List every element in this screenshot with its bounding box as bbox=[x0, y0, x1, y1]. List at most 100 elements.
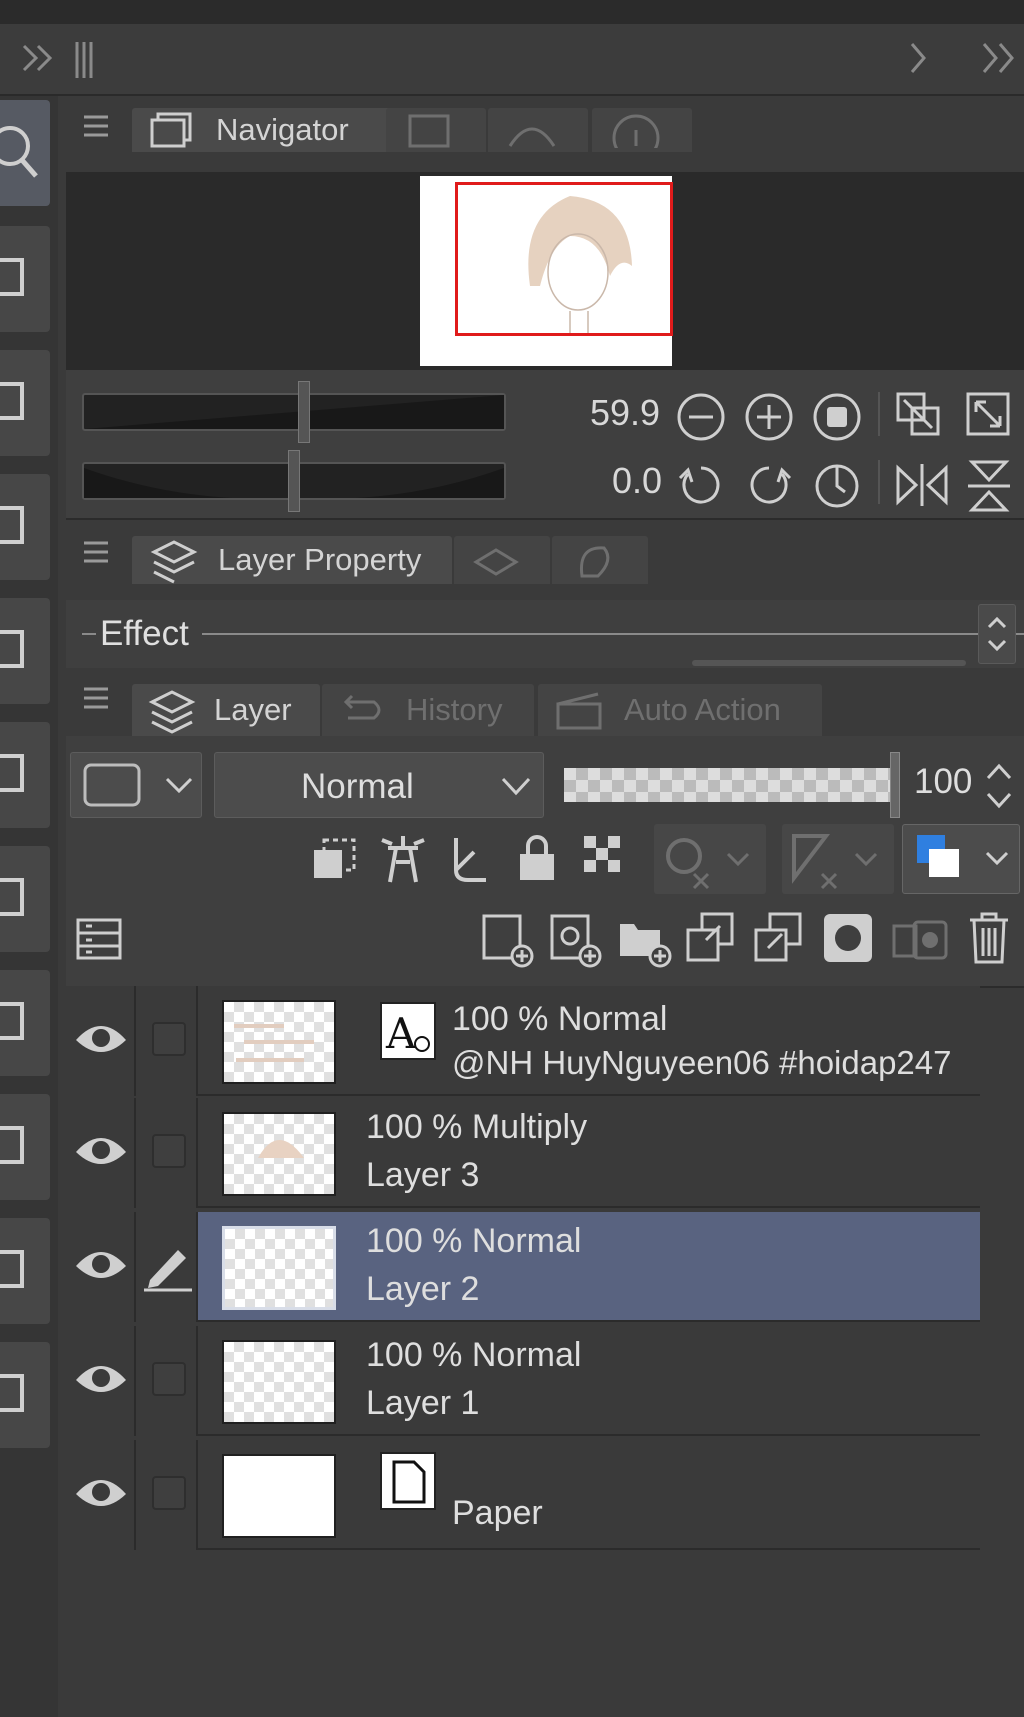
blend-mode-select[interactable]: Normal bbox=[214, 752, 544, 818]
tool-button-11[interactable] bbox=[0, 1342, 50, 1448]
tool-button-zoom[interactable] bbox=[0, 100, 50, 206]
zoom-value[interactable]: 59.9 bbox=[590, 392, 660, 434]
expand-left-icon[interactable] bbox=[18, 38, 58, 78]
layer-checkbox[interactable] bbox=[152, 1362, 186, 1396]
tab-history[interactable]: History bbox=[322, 684, 534, 736]
layer-visibility-toggle[interactable] bbox=[66, 1098, 136, 1208]
lock-layer-icon[interactable] bbox=[514, 834, 560, 884]
rotate-left-icon[interactable] bbox=[676, 460, 720, 504]
sub-view-icon bbox=[402, 112, 452, 148]
create-layer-mask-icon[interactable] bbox=[822, 912, 874, 964]
zoom-out-icon[interactable] bbox=[676, 392, 725, 441]
layer-edit-slot[interactable] bbox=[136, 1326, 198, 1436]
fit-to-window-icon[interactable] bbox=[894, 390, 940, 436]
zoom-slider[interactable] bbox=[82, 381, 506, 443]
expand-right-icon[interactable] bbox=[978, 40, 1022, 76]
tool-button-2[interactable] bbox=[0, 226, 50, 332]
layer-edit-slot[interactable] bbox=[136, 1212, 198, 1322]
text-layer-icon: A bbox=[380, 1002, 436, 1060]
reset-rotation-icon[interactable] bbox=[812, 460, 859, 508]
new-raster-layer-icon[interactable] bbox=[480, 910, 536, 970]
layer-row-paper[interactable]: Paper bbox=[66, 1440, 980, 1550]
layer-visibility-toggle[interactable] bbox=[66, 986, 136, 1096]
tool-button-6[interactable] bbox=[0, 722, 50, 828]
reference-layer-icon[interactable] bbox=[378, 832, 428, 886]
layer-name: Layer 1 bbox=[366, 1384, 480, 1422]
layer-list-scrollbar-area[interactable] bbox=[980, 988, 1024, 1717]
layer-visibility-toggle[interactable] bbox=[66, 1212, 136, 1322]
color-set-icon bbox=[568, 540, 618, 580]
draft-layer-icon[interactable] bbox=[446, 832, 496, 886]
layer-visibility-toggle[interactable] bbox=[66, 1326, 136, 1436]
layer-checkbox[interactable] bbox=[152, 1022, 186, 1056]
tab-color-set[interactable] bbox=[552, 536, 648, 584]
ruler-dropdown[interactable] bbox=[782, 824, 894, 894]
actual-size-icon[interactable] bbox=[812, 392, 861, 441]
tool-button-8[interactable] bbox=[0, 970, 50, 1076]
opacity-stepper[interactable] bbox=[982, 758, 1016, 814]
layer-row-layer-1[interactable]: 100 % Normal Layer 1 bbox=[66, 1326, 980, 1436]
new-vector-layer-icon[interactable] bbox=[548, 910, 604, 970]
zoom-slider-handle[interactable] bbox=[298, 381, 310, 443]
palette-menu-icon[interactable] bbox=[82, 114, 110, 138]
layer-row-layer-2[interactable]: 100 % Normal Layer 2 bbox=[66, 1212, 980, 1322]
tool-button-7[interactable] bbox=[0, 846, 50, 952]
palette-menu-icon[interactable] bbox=[82, 540, 110, 564]
rotation-slider[interactable] bbox=[82, 450, 506, 512]
layer-checkbox[interactable] bbox=[152, 1134, 186, 1168]
full-screen-icon[interactable] bbox=[964, 390, 1010, 436]
new-folder-icon[interactable] bbox=[616, 910, 672, 970]
layer-edit-slot[interactable] bbox=[136, 986, 198, 1096]
layer-checkbox[interactable] bbox=[152, 1476, 186, 1510]
combine-to-layer-below-icon[interactable] bbox=[752, 910, 808, 966]
rotation-slider-handle[interactable] bbox=[288, 450, 300, 512]
tool-button-3[interactable] bbox=[0, 350, 50, 456]
layer-row-layer-3[interactable]: 100 % Multiply Layer 3 bbox=[66, 1098, 980, 1208]
opacity-slider-handle[interactable] bbox=[890, 752, 900, 818]
mask-dropdown[interactable] bbox=[654, 824, 766, 894]
layer-edit-slot[interactable] bbox=[136, 1098, 198, 1208]
clip-to-layer-below-icon[interactable] bbox=[310, 834, 360, 884]
layer-color-dropdown[interactable] bbox=[70, 752, 202, 818]
tab-layer[interactable]: Layer bbox=[132, 684, 320, 736]
tab-auto-action[interactable]: Auto Action bbox=[538, 684, 822, 736]
tab-info[interactable] bbox=[592, 108, 692, 152]
effect-scroll-stepper[interactable] bbox=[978, 604, 1016, 664]
effect-scrollbar[interactable] bbox=[692, 660, 966, 666]
navigator-icon bbox=[148, 110, 196, 150]
tab-sub-view[interactable] bbox=[386, 108, 486, 152]
tab-item-bank[interactable] bbox=[488, 108, 588, 152]
svg-text:A: A bbox=[385, 1009, 417, 1058]
layer-thumbnail bbox=[222, 1112, 336, 1196]
tool-button-10[interactable] bbox=[0, 1218, 50, 1324]
tab-layer-property[interactable]: Layer Property bbox=[132, 536, 452, 584]
flip-horizontal-icon[interactable] bbox=[894, 460, 948, 506]
layer-property-icon bbox=[148, 536, 200, 584]
delete-layer-icon[interactable] bbox=[966, 910, 1012, 966]
navigator-tab-bar: Navigator bbox=[66, 96, 1024, 172]
lock-transparent-pixels-icon[interactable] bbox=[580, 832, 630, 882]
transfer-to-lower-layer-icon[interactable] bbox=[684, 910, 740, 966]
drag-handle-icon[interactable] bbox=[74, 38, 94, 82]
palette-menu-icon[interactable] bbox=[82, 686, 110, 710]
layer-edit-slot[interactable] bbox=[136, 1440, 198, 1550]
tab-layer-search[interactable] bbox=[454, 536, 550, 584]
apply-mask-icon[interactable] bbox=[890, 912, 950, 964]
layer-list-icon[interactable] bbox=[74, 914, 124, 964]
opacity-slider[interactable] bbox=[564, 752, 900, 818]
layer-color-toggle[interactable] bbox=[902, 824, 1020, 894]
tool-button-4[interactable] bbox=[0, 474, 50, 580]
tool-palette-strip bbox=[0, 96, 58, 1717]
opacity-value[interactable]: 100 bbox=[914, 762, 972, 802]
layer-visibility-toggle[interactable] bbox=[66, 1440, 136, 1550]
navigator-view-frame[interactable] bbox=[455, 182, 673, 336]
layer-row-text[interactable]: A 100 % Normal @NH HuyNguyeen06 #hoidap2… bbox=[66, 986, 980, 1096]
layer-blend-info: 100 % Normal bbox=[366, 1336, 582, 1374]
chevron-right-icon[interactable] bbox=[904, 40, 932, 76]
flip-vertical-icon[interactable] bbox=[964, 458, 1010, 512]
rotate-right-icon[interactable] bbox=[744, 460, 792, 504]
zoom-in-icon[interactable] bbox=[744, 392, 793, 441]
rotation-value[interactable]: 0.0 bbox=[612, 460, 662, 502]
tool-button-9[interactable] bbox=[0, 1094, 50, 1200]
tool-button-5[interactable] bbox=[0, 598, 50, 704]
